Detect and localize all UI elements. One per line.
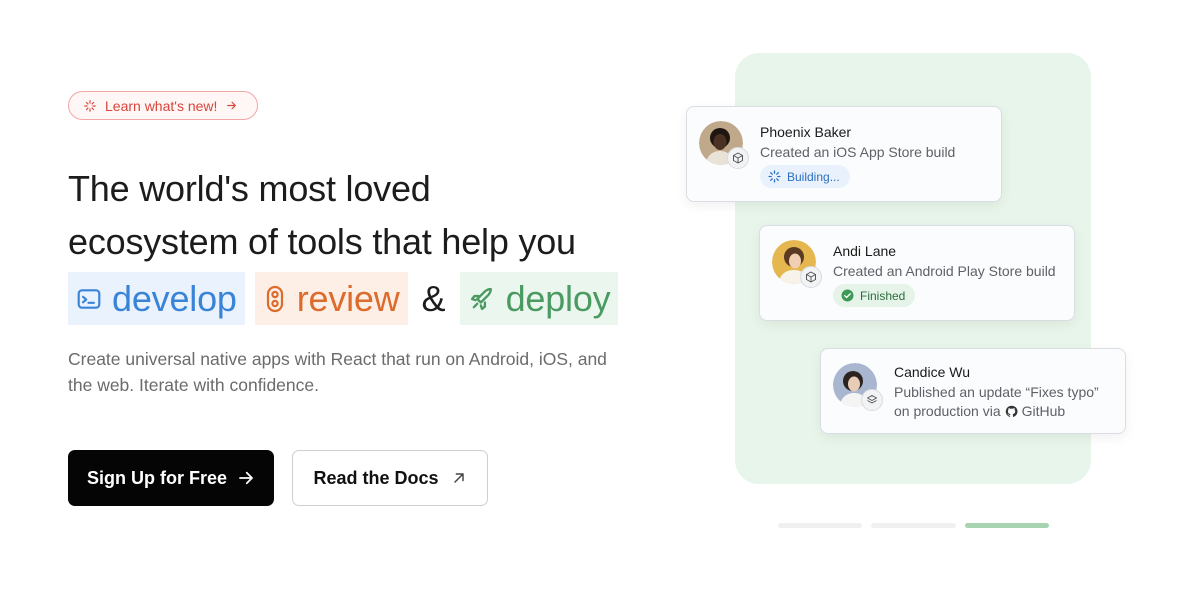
sign-up-label: Sign Up for Free [86, 467, 227, 488]
activity-description: Published an update “Fixes typo” on prod… [894, 383, 1099, 421]
activity-description-prefix: on production via [894, 403, 1001, 419]
tag-develop-label: develop [112, 277, 237, 319]
arrow-right-icon [239, 471, 253, 485]
tag-review: review [254, 272, 408, 325]
ampersand: & [421, 277, 446, 319]
activity-description-line2: on production via GitHub [894, 402, 1099, 421]
avatar [833, 363, 883, 411]
tag-deploy: deploy [459, 272, 619, 325]
hero-headline-line2: ecosystem of tools that help you [68, 221, 576, 262]
learn-whats-new-pill[interactable]: Learn what's new! [68, 91, 258, 120]
rocket-icon [470, 287, 492, 310]
package-icon [727, 147, 749, 169]
activity-description: Created an iOS App Store build [760, 144, 956, 160]
check-circle-icon [841, 289, 854, 302]
activity-card: Andi Lane Created an Android Play Store … [759, 225, 1075, 321]
hero-headline: The world's most loved ecosystem of tool… [68, 162, 628, 268]
sparkle-icon [84, 99, 96, 112]
carousel-indicator-1[interactable] [778, 523, 862, 528]
review-dots-icon [266, 285, 283, 312]
read-docs-button[interactable]: Read the Docs [292, 450, 488, 506]
arrow-right-icon [227, 101, 237, 110]
external-arrow-icon [453, 473, 464, 483]
activity-description-line1: Published an update “Fixes typo” [894, 384, 1099, 400]
status-badge-finished: Finished [833, 284, 916, 307]
hero-headline-line1: The world's most loved [68, 168, 431, 209]
carousel-indicator-3-active[interactable] [965, 523, 1049, 528]
activity-card: Phoenix Baker Created an iOS App Store b… [686, 106, 1002, 202]
carousel-indicator-2[interactable] [871, 523, 956, 528]
activity-user-name: Phoenix Baker [760, 124, 852, 140]
package-icon [800, 266, 822, 288]
terminal-window-icon [77, 288, 101, 309]
learn-whats-new-label: Learn what's new! [105, 97, 218, 114]
github-icon [1005, 405, 1018, 417]
tag-develop: develop [68, 272, 245, 325]
sign-up-button[interactable]: Sign Up for Free [68, 450, 274, 506]
spinner-icon [768, 170, 781, 183]
status-badge-building: Building... [760, 165, 850, 188]
activity-description: Created an Android Play Store build [833, 263, 1056, 279]
avatar [772, 240, 822, 288]
hero-subtext: Create universal native apps with React … [68, 349, 607, 395]
avatar [699, 121, 749, 169]
activity-card: Candice Wu Published an update “Fixes ty… [820, 348, 1126, 434]
tag-deploy-label: deploy [505, 277, 611, 319]
status-label: Finished [860, 288, 906, 303]
hero-tag-row: develop review & deploy [68, 272, 619, 325]
read-docs-label: Read the Docs [313, 467, 439, 488]
tag-review-label: review [296, 277, 400, 319]
github-link[interactable]: GitHub [1022, 402, 1066, 421]
activity-user-name: Andi Lane [833, 243, 897, 259]
status-label: Building... [787, 169, 840, 184]
activity-user-name: Candice Wu [894, 364, 971, 380]
layers-icon [861, 389, 883, 411]
